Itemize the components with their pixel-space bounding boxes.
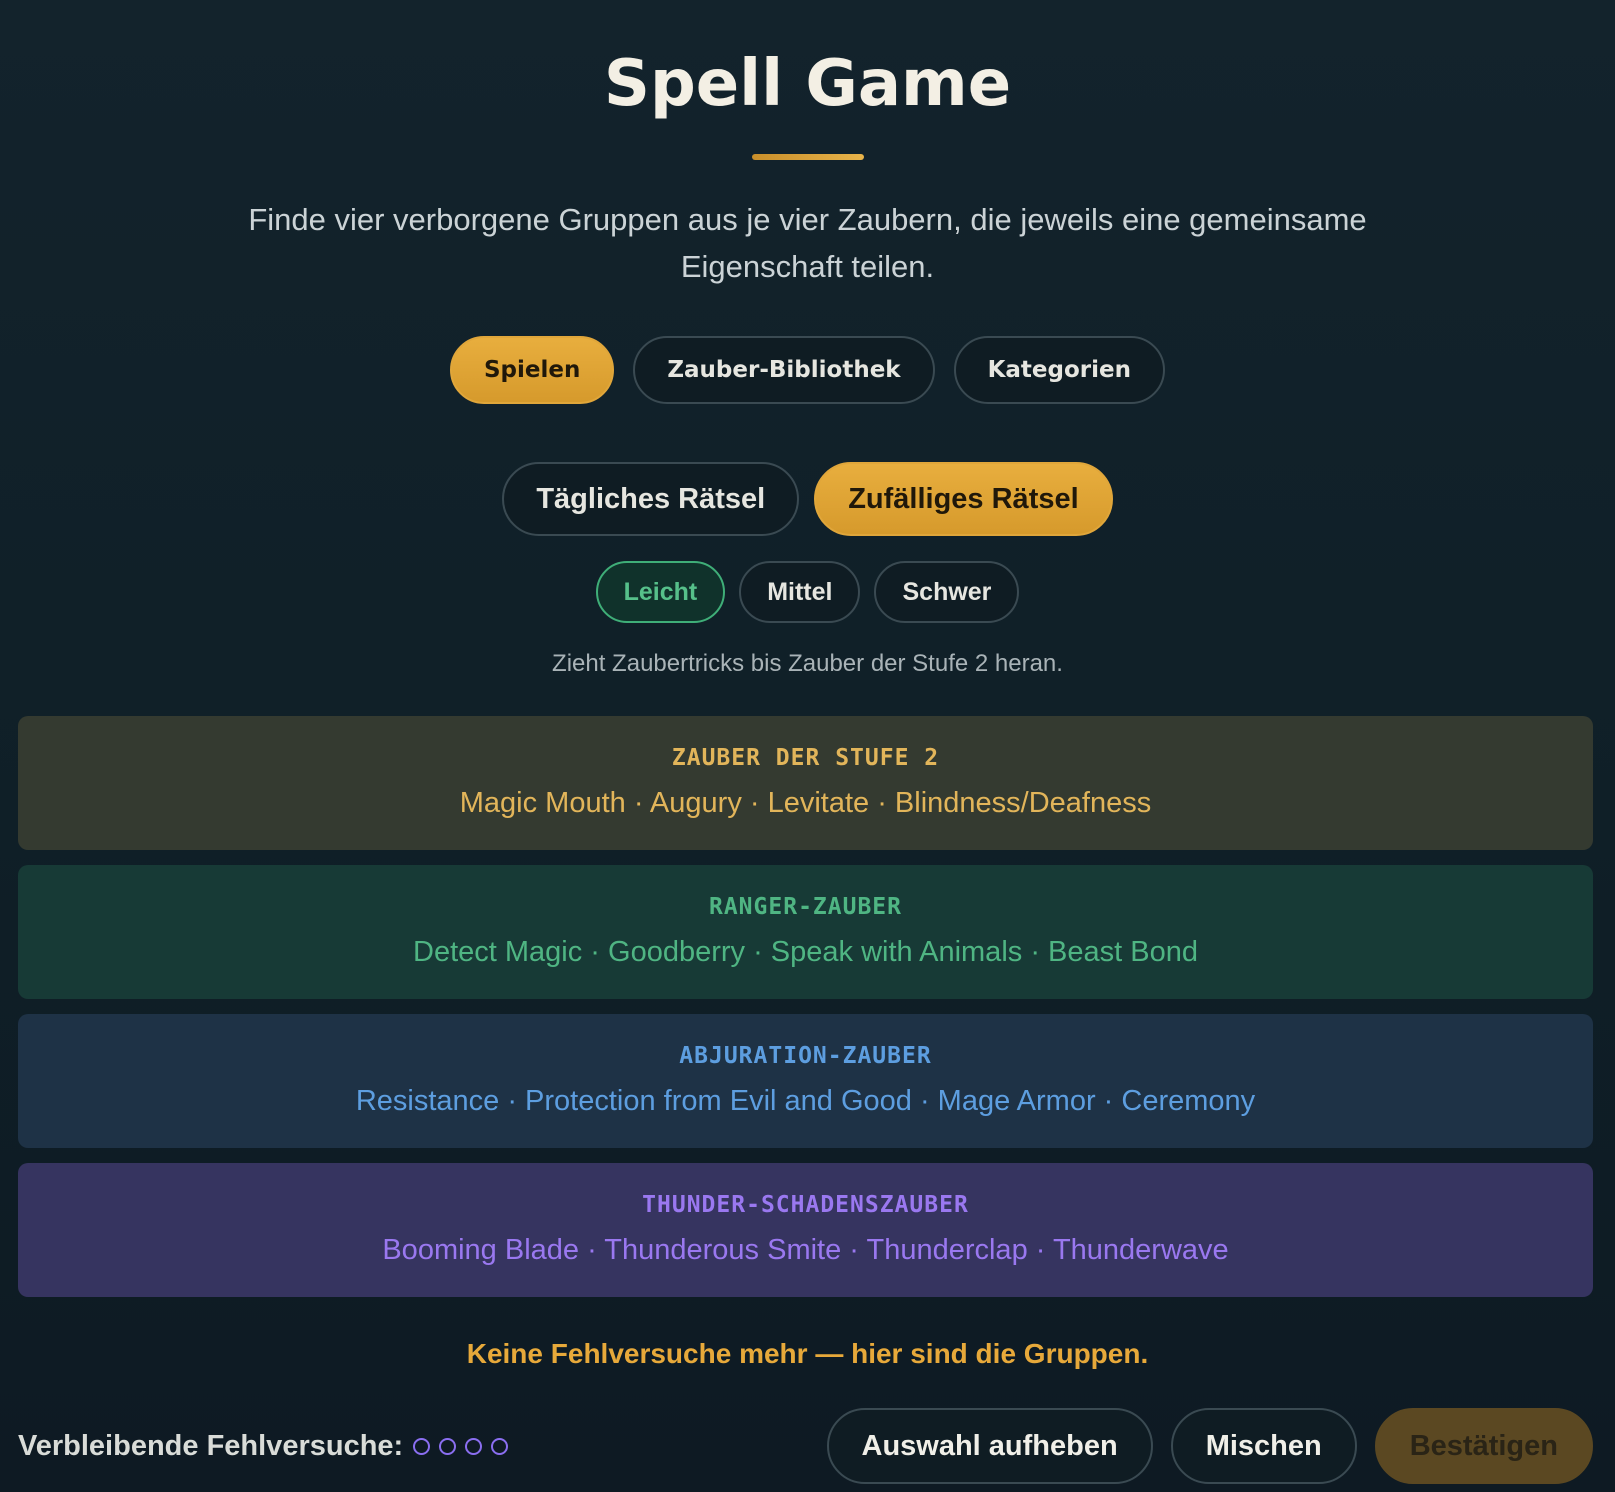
solved-group: ABJURATION-ZAUBER Resistance · Protectio… (18, 1014, 1593, 1148)
title-underline (751, 154, 864, 160)
difficulty-hard-button[interactable]: Schwer (874, 561, 1020, 623)
mistakes-label: Verbleibende Fehlversuche: (18, 1429, 404, 1462)
action-buttons: Auswahl aufheben Mischen Bestätigen (826, 1408, 1593, 1484)
mistake-dot-icon (413, 1437, 431, 1455)
header: Spell Game Finde vier verborgene Gruppen… (0, 0, 1615, 290)
page-subtitle: Finde vier verborgene Gruppen aus je vie… (248, 202, 1367, 284)
group-spells: Magic Mouth · Augury · Levitate · Blindn… (459, 787, 1152, 819)
group-title: THUNDER-SCHADENSZAUBER (642, 1192, 969, 1218)
group-title: ABJURATION-ZAUBER (679, 1043, 932, 1069)
daily-puzzle-button[interactable]: Tägliches Rätsel (502, 462, 800, 536)
difficulty-note: Zieht Zaubertricks bis Zauber der Stufe … (552, 650, 1063, 677)
difficulty-selector: Leicht Mittel Schwer (0, 561, 1615, 623)
deselect-button[interactable]: Auswahl aufheben (826, 1408, 1153, 1484)
footer-bar: Verbleibende Fehlversuche: Auswahl aufhe… (18, 1408, 1593, 1484)
tab-categories[interactable]: Kategorien (953, 336, 1165, 404)
tab-spell-library[interactable]: Zauber-Bibliothek (633, 336, 935, 404)
shuffle-button[interactable]: Mischen (1170, 1408, 1357, 1484)
game-over-message: Keine Fehlversuche mehr — hier sind die … (466, 1338, 1149, 1369)
mistakes-remaining: Verbleibende Fehlversuche: (18, 1429, 509, 1463)
tab-play[interactable]: Spielen (449, 336, 615, 404)
group-title: RANGER-ZAUBER (708, 894, 902, 920)
group-spells: Booming Blade · Thunderous Smite · Thund… (382, 1234, 1229, 1266)
page-title: Spell Game (603, 47, 1012, 121)
puzzle-mode-selector: Tägliches Rätsel Zufälliges Rätsel (0, 462, 1615, 536)
group-spells: Resistance · Protection from Evil and Go… (355, 1085, 1256, 1117)
solved-groups: ZAUBER DER STUFE 2 Magic Mouth · Augury … (18, 716, 1593, 1297)
solved-group: THUNDER-SCHADENSZAUBER Booming Blade · T… (18, 1163, 1593, 1297)
group-spells: Detect Magic · Goodberry · Speak with An… (413, 936, 1198, 968)
main-nav: Spielen Zauber-Bibliothek Kategorien (0, 336, 1615, 404)
mistake-dot-icon (491, 1437, 509, 1455)
random-puzzle-button[interactable]: Zufälliges Rätsel (814, 462, 1113, 536)
difficulty-medium-button[interactable]: Mittel (739, 561, 861, 623)
mistake-dot-icon (439, 1437, 457, 1455)
submit-button[interactable]: Bestätigen (1374, 1408, 1593, 1484)
group-title: ZAUBER DER STUFE 2 (671, 745, 940, 771)
solved-group: RANGER-ZAUBER Detect Magic · Goodberry ·… (18, 865, 1593, 999)
mistake-dot-icon (465, 1437, 483, 1455)
solved-group: ZAUBER DER STUFE 2 Magic Mouth · Augury … (18, 716, 1593, 850)
mistake-dots (413, 1437, 509, 1455)
difficulty-easy-button[interactable]: Leicht (595, 561, 726, 623)
